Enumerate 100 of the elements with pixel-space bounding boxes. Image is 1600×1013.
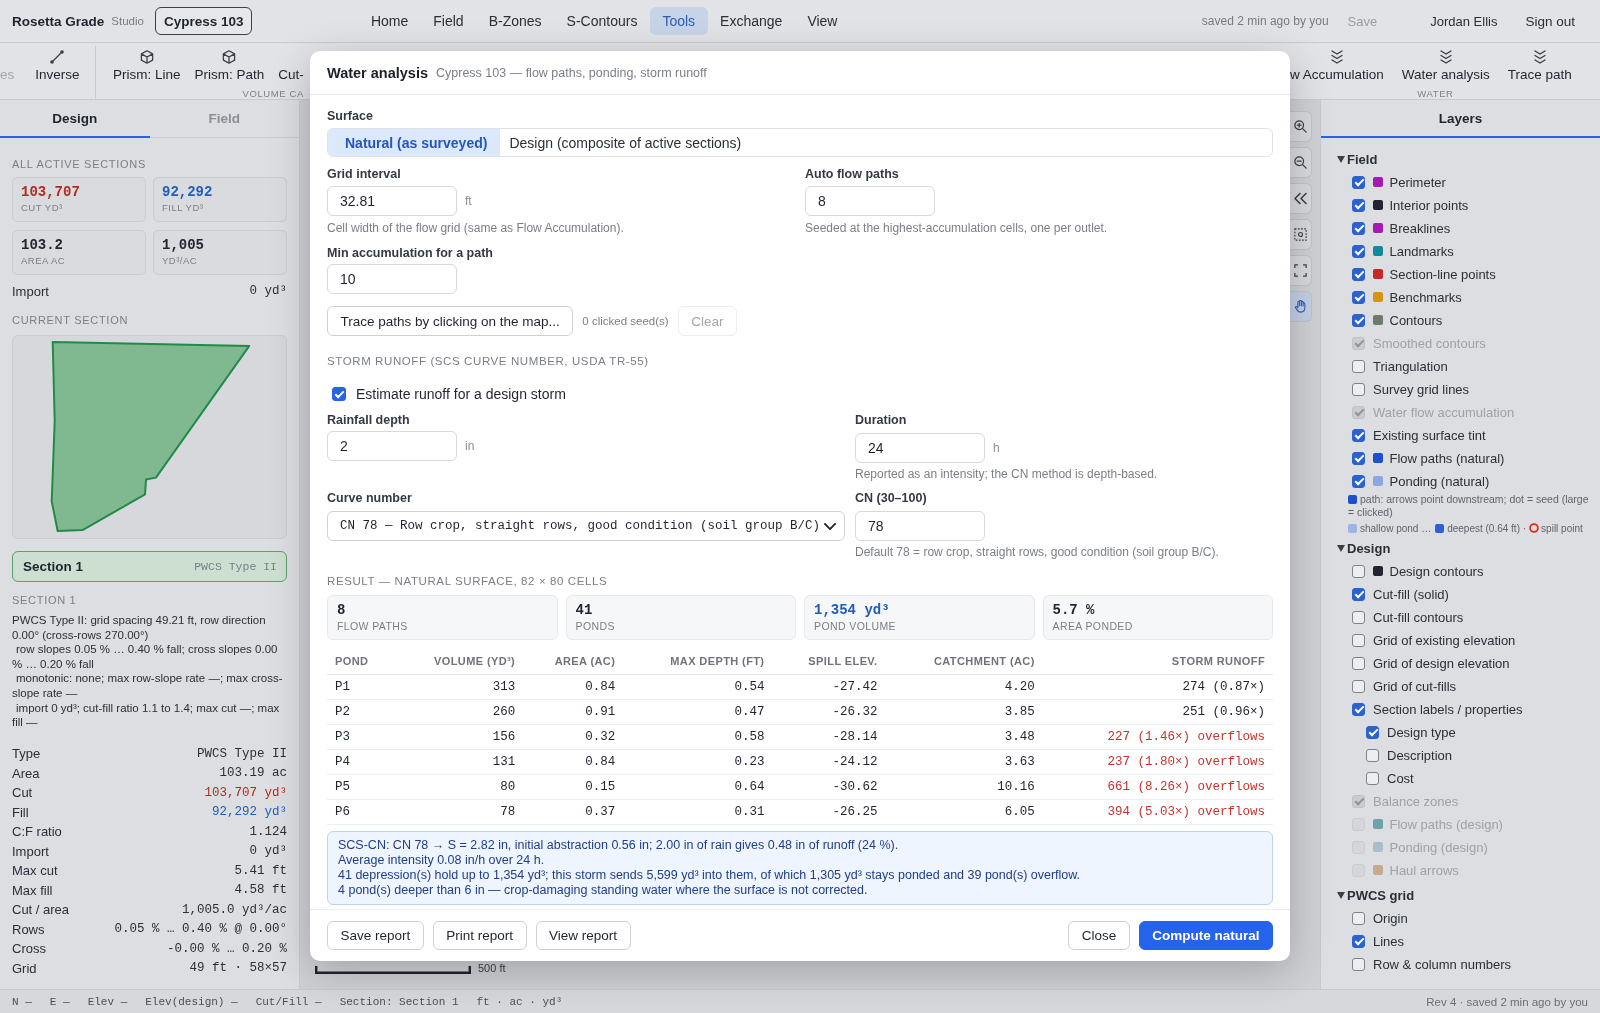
checkbox[interactable] xyxy=(1352,175,1365,189)
checkbox[interactable] xyxy=(1352,198,1365,212)
layer-group-header[interactable]: Design xyxy=(1337,537,1600,560)
panel-tab[interactable]: Design xyxy=(0,100,150,138)
input-field[interactable]: 32.81 xyxy=(327,186,457,216)
input-field[interactable]: 8 xyxy=(805,186,935,216)
table-cell: -27.42 xyxy=(772,674,886,699)
table-cell: 78 xyxy=(400,799,524,824)
input-field[interactable]: 10 xyxy=(327,264,457,294)
section-list-item[interactable]: Section 1 PWCS Type II xyxy=(12,551,287,582)
layer-label: Grid of design elevation xyxy=(1373,655,1510,671)
layer-label: Water flow accumulation xyxy=(1373,404,1515,420)
checkbox[interactable] xyxy=(1366,748,1379,762)
checkbox[interactable] xyxy=(1352,267,1365,281)
property-value: 49 ft · 58×57 xyxy=(189,961,287,975)
checkbox[interactable] xyxy=(1352,359,1365,373)
toolbar-button[interactable]: Water analysis xyxy=(1392,43,1499,89)
map-tool-button[interactable] xyxy=(1290,218,1312,250)
dialog-button[interactable]: Compute natural xyxy=(1138,921,1273,950)
section-heading: RESULT — NATURAL SURFACE, 82 × 80 CELLS xyxy=(327,574,609,588)
property-value: -0.00 % … 0.20 % xyxy=(166,941,287,956)
table-cell: 80 xyxy=(400,774,524,799)
checkbox[interactable] xyxy=(1352,934,1365,948)
nav-tab[interactable]: View xyxy=(794,7,850,35)
segment-option[interactable]: Design (composite of active sections) xyxy=(500,129,1272,156)
checkbox[interactable] xyxy=(1352,587,1365,601)
checkbox[interactable] xyxy=(1352,656,1365,670)
checkbox[interactable] xyxy=(1352,290,1365,304)
nav-tab[interactable]: Field xyxy=(420,7,477,35)
stat-value: 103,707 xyxy=(21,184,81,201)
map-tool-button[interactable] xyxy=(1290,146,1312,178)
checkbox[interactable] xyxy=(1366,771,1379,785)
layer-group-header[interactable]: Field xyxy=(1337,148,1600,171)
checkbox[interactable] xyxy=(332,387,346,401)
layer-label: Grid of cut-fills xyxy=(1373,678,1457,694)
trace-paths-button[interactable]: Trace paths by clicking on the map... xyxy=(327,306,574,336)
input-field[interactable]: 24 xyxy=(855,433,985,463)
nav-tab[interactable]: S-Contours xyxy=(554,7,650,35)
checkbox[interactable] xyxy=(1352,244,1365,258)
input-field[interactable]: 78 xyxy=(855,511,985,541)
nav-tab[interactable]: Home xyxy=(358,7,421,35)
nav-tab[interactable]: Tools xyxy=(649,7,708,35)
property-value: PWCS Type II xyxy=(197,746,287,761)
field-label: Curve number xyxy=(327,491,412,505)
section-type: PWCS Type II xyxy=(194,560,277,573)
table-cell: 6.05 xyxy=(885,799,1043,824)
layer-label: Cut-fill contours xyxy=(1373,609,1464,625)
import-value: 0 yd³ xyxy=(249,284,287,298)
property-value: 103,707 yd³ xyxy=(204,785,287,800)
checkbox[interactable] xyxy=(1352,610,1365,624)
toolbar-button[interactable]: Prism: Line xyxy=(106,46,188,89)
checkbox[interactable] xyxy=(1352,428,1365,442)
toolbar-button[interactable]: Prism: Path xyxy=(187,46,272,89)
map-tool-button[interactable] xyxy=(1290,290,1312,322)
nav-tab[interactable]: B-Zones xyxy=(476,7,555,35)
seed-count: 0 clicked seed(s) xyxy=(582,315,669,327)
input-field[interactable]: 2 xyxy=(327,431,457,461)
toolbar-button[interactable]: Cut- xyxy=(271,46,304,89)
table-cell: 10.16 xyxy=(885,774,1043,799)
summary-line: import 0 yd³; cut-fill ratio 1.1 to 1.4; max cut —; max fill — xyxy=(12,700,281,730)
checkbox[interactable] xyxy=(1352,382,1365,396)
layer-label: Ponding (design) xyxy=(1389,839,1488,855)
checkbox[interactable] xyxy=(1352,564,1365,578)
dialog-button[interactable]: Save report xyxy=(327,921,424,950)
dialog-button[interactable]: Close xyxy=(1068,921,1130,950)
dropdown-field[interactable]: CN 78 — Row crop, straight rows, good condition (soil group B/C) xyxy=(327,511,845,541)
property-value: 4.58 ft xyxy=(234,883,287,897)
dialog-button[interactable]: Print report xyxy=(432,921,527,950)
map-tool-button[interactable] xyxy=(1290,110,1312,142)
checkbox[interactable] xyxy=(1352,221,1365,235)
stat-label: FILL YD³ xyxy=(162,202,205,214)
sign-out-link[interactable]: Sign out xyxy=(1525,13,1575,29)
save-status: saved 2 min ago by you xyxy=(1201,14,1329,28)
field-label: Rainfall depth xyxy=(327,413,410,427)
map-tool-button[interactable] xyxy=(1290,182,1312,214)
toolbar-button[interactable]: Trace path xyxy=(1498,43,1581,89)
checkbox[interactable] xyxy=(1352,679,1365,693)
toolbar-button[interactable]: Inverse xyxy=(24,43,91,89)
fullscreen-icon xyxy=(1294,263,1307,277)
segment-option[interactable]: Natural (as surveyed) xyxy=(328,129,501,156)
property-label: Cut xyxy=(12,785,33,800)
property-value: 0 yd³ xyxy=(249,844,287,858)
stat-value: 1,005 xyxy=(162,237,205,254)
table-cell: 0.84 xyxy=(523,749,624,774)
checkbox[interactable] xyxy=(1366,725,1379,739)
checkbox[interactable] xyxy=(1352,474,1365,488)
toolbar-button[interactable]: w Accumulation xyxy=(1290,43,1393,89)
checkbox[interactable] xyxy=(1352,702,1365,716)
map-tool-button[interactable] xyxy=(1290,254,1312,286)
nav-tab[interactable]: Exchange xyxy=(707,7,795,35)
table-cell: 4.20 xyxy=(885,674,1043,699)
project-button[interactable]: Cypress 103 xyxy=(154,7,253,35)
checkbox[interactable] xyxy=(1352,313,1365,327)
checkbox[interactable] xyxy=(1352,957,1365,971)
triple-chevron-down-icon xyxy=(1532,50,1547,64)
dialog-button[interactable]: View report xyxy=(535,921,631,950)
layer-group-header[interactable]: PWCS grid xyxy=(1337,884,1600,907)
checkbox[interactable] xyxy=(1352,451,1365,465)
checkbox[interactable] xyxy=(1352,911,1365,925)
checkbox[interactable] xyxy=(1352,633,1365,647)
